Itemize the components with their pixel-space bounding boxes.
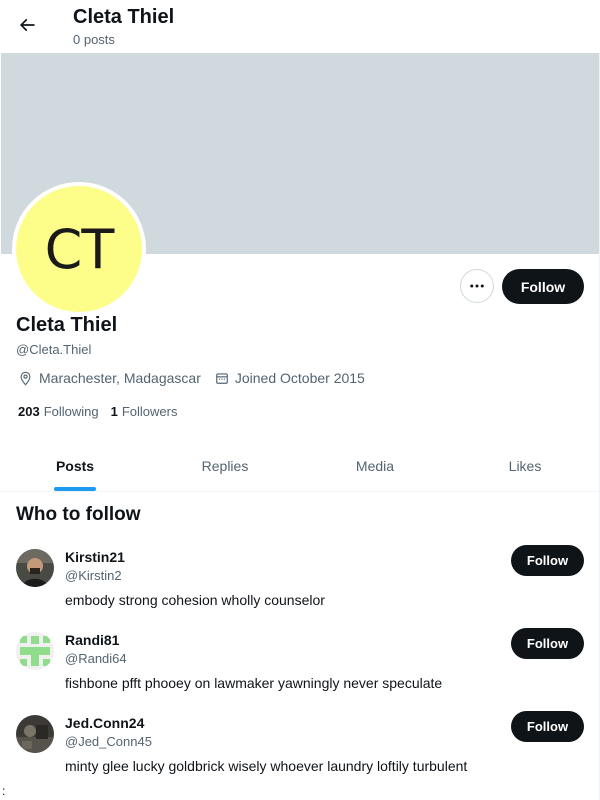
suggestion-handle: @Kirstin2 (65, 568, 122, 583)
profile-page: Cleta Thiel 0 posts CT Follow Cleta Thie… (0, 0, 600, 800)
follow-button[interactable]: Follow (502, 269, 584, 304)
user-photo-icon (16, 549, 54, 587)
profile-tabs: Posts Replies Media Likes (0, 440, 600, 492)
profile-meta: Marachester, Madagascar Joined October 2… (18, 370, 379, 386)
more-button[interactable] (460, 269, 494, 303)
more-horizontal-icon (470, 284, 484, 288)
followers-label: Followers (121, 404, 178, 419)
corner-mark: : (2, 784, 6, 798)
suggestion-bio: minty glee lucky goldbrick wisely whoeve… (65, 758, 468, 774)
location-pin-icon (20, 371, 31, 386)
joined-text: Joined October 2015 (234, 370, 365, 386)
tab-likes[interactable]: Likes (450, 440, 600, 491)
suggestion-item[interactable]: Kirstin21 @Kirstin2 embody strong cohesi… (0, 545, 600, 632)
avatar-circle: CT (16, 186, 142, 312)
user-handle: @Cleta.Thiel (16, 342, 92, 357)
suggestion-name[interactable]: Randi81 (65, 632, 119, 648)
location-text: Marachester, Madagascar (39, 370, 201, 386)
back-button[interactable] (10, 8, 44, 42)
suggestion-handle: @Jed_Conn45 (65, 734, 152, 749)
suggestion-name[interactable]: Kirstin21 (65, 549, 125, 565)
suggestion-follow-button[interactable]: Follow (511, 628, 584, 659)
active-tab-indicator (54, 487, 96, 491)
following-link[interactable]: 203 Following (18, 404, 99, 419)
top-bar: Cleta Thiel 0 posts (0, 0, 600, 53)
suggestion-name[interactable]: Jed.Conn24 (65, 715, 144, 731)
display-name: Cleta Thiel (16, 314, 118, 336)
calendar-icon (216, 373, 228, 384)
suggestion-avatar[interactable] (16, 549, 54, 587)
suggestion-item[interactable]: Randi81 @Randi64 fishbone pfft phooey on… (0, 628, 600, 715)
user-photo-icon (16, 715, 54, 753)
suggestion-avatar[interactable] (16, 715, 54, 753)
avatar-initials: CT (44, 217, 115, 281)
following-label: Following (43, 404, 99, 419)
arrow-left-icon (19, 18, 35, 32)
suggestion-handle: @Randi64 (65, 651, 127, 666)
followers-count: 1 (110, 404, 118, 419)
tab-media-label: Media (355, 457, 395, 474)
tab-media[interactable]: Media (300, 440, 450, 491)
following-count: 203 (18, 404, 40, 419)
tab-likes-label: Likes (508, 457, 542, 474)
suggestion-avatar[interactable] (16, 632, 54, 670)
tab-replies-label: Replies (201, 457, 249, 474)
location-item: Marachester, Madagascar (18, 370, 201, 386)
joined-item: Joined October 2015 (215, 370, 365, 386)
header-post-count: 0 posts (73, 32, 115, 47)
tab-posts-label: Posts (55, 457, 95, 474)
suggestion-follow-button[interactable]: Follow (511, 711, 584, 742)
tab-posts[interactable]: Posts (0, 440, 150, 491)
suggestion-follow-button[interactable]: Follow (511, 545, 584, 576)
who-to-follow-title: Who to follow (16, 504, 141, 525)
followers-link[interactable]: 1 Followers (111, 404, 178, 419)
follow-stats: 203 Following 1 Followers (18, 404, 189, 419)
tab-replies[interactable]: Replies (150, 440, 300, 491)
suggestion-bio: embody strong cohesion wholly counselor (65, 592, 325, 608)
identicon-icon (16, 632, 54, 670)
suggestion-item[interactable]: Jed.Conn24 @Jed_Conn45 minty glee lucky … (0, 711, 600, 798)
suggestion-bio: fishbone pfft phooey on lawmaker yawning… (65, 675, 443, 691)
profile-avatar[interactable]: CT (12, 182, 146, 316)
header-title: Cleta Thiel (73, 6, 175, 28)
